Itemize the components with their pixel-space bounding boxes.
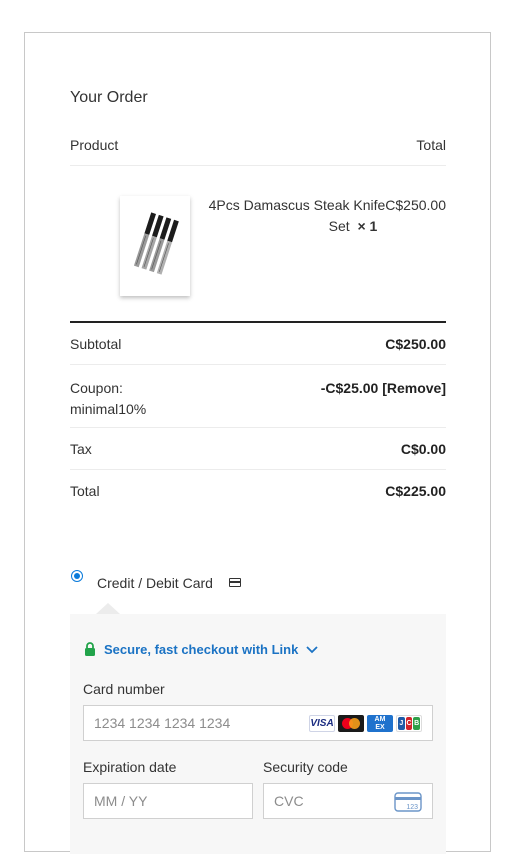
order-table-header: Product Total	[70, 137, 446, 153]
cvc-card-icon: 123	[394, 792, 422, 812]
product-name-line1: 4Pcs Damascus Steak KnifeC$250.00	[208, 197, 446, 213]
subtotal-value: C$250.00	[385, 336, 446, 352]
order-title: Your Order	[70, 89, 148, 106]
product-name-suffix: Set	[328, 218, 350, 234]
amex-icon: AM EX	[367, 715, 393, 732]
jcb-c: C	[405, 717, 413, 730]
expiry-label: Expiration date	[83, 759, 177, 775]
checkout-card: Your Order Product Total 4Pcs Damascus S…	[24, 32, 491, 854]
coupon-row: Coupon: minimal10% -C$25.00 [Remove]	[70, 378, 446, 420]
card-number-field[interactable]: VISA AM EX J C B	[83, 705, 433, 741]
visa-icon: VISA	[309, 715, 335, 732]
link-checkout-link[interactable]: Secure, fast checkout with Link	[104, 642, 298, 657]
jcb-icon: J C B	[396, 715, 422, 732]
expiry-input[interactable]	[94, 793, 244, 809]
cvc-input[interactable]	[274, 793, 384, 809]
card-number-input[interactable]	[94, 715, 294, 731]
expiry-field[interactable]	[83, 783, 253, 819]
divider	[70, 427, 446, 428]
security-code-label: Security code	[263, 759, 348, 775]
card-payment-panel: Secure, fast checkout with Link Card num…	[70, 614, 446, 854]
divider	[70, 364, 446, 365]
product-column-header: Product	[70, 137, 119, 153]
chevron-down-icon[interactable]	[306, 645, 318, 655]
amex-bottom-text: EX	[375, 724, 385, 731]
coupon-value-remove-link[interactable]: -C$25.00 [Remove]	[321, 378, 446, 399]
lock-icon	[85, 642, 95, 656]
total-row: Total C$225.00	[70, 483, 446, 499]
credit-card-radio[interactable]	[71, 570, 83, 582]
panel-caret	[96, 603, 120, 614]
cvc-icon-digits: 123	[406, 804, 418, 811]
divider	[70, 165, 446, 166]
summary-divider	[70, 321, 446, 323]
tax-row: Tax C$0.00	[70, 441, 446, 457]
amex-top-text: AM	[374, 716, 386, 723]
product-name-line2: Set × 1	[200, 216, 446, 237]
total-column-header: Total	[416, 137, 446, 153]
product-thumbnail[interactable]	[120, 196, 190, 296]
total-label: Total	[70, 483, 100, 499]
total-value: C$225.00	[385, 483, 446, 499]
jcb-j: J	[398, 717, 405, 730]
tax-label: Tax	[70, 441, 92, 457]
security-code-field[interactable]: 123	[263, 783, 433, 819]
mastercard-icon	[338, 715, 364, 732]
knife-set-image	[133, 212, 179, 275]
tax-value: C$0.00	[400, 441, 446, 457]
credit-card-icon	[229, 578, 241, 587]
divider	[70, 469, 446, 470]
product-quantity: × 1	[357, 218, 378, 234]
subtotal-row: Subtotal C$250.00	[70, 336, 446, 352]
subtotal-label: Subtotal	[70, 336, 122, 352]
payment-method-label[interactable]: Credit / Debit Card	[97, 575, 213, 591]
coupon-code: minimal10%	[70, 401, 147, 417]
card-brand-icons: VISA AM EX J C B	[309, 715, 422, 733]
jcb-b: B	[413, 717, 421, 730]
card-number-label: Card number	[83, 681, 165, 697]
product-name: 4Pcs Damascus Steak KnifeC$250.00 Set × …	[200, 195, 446, 237]
